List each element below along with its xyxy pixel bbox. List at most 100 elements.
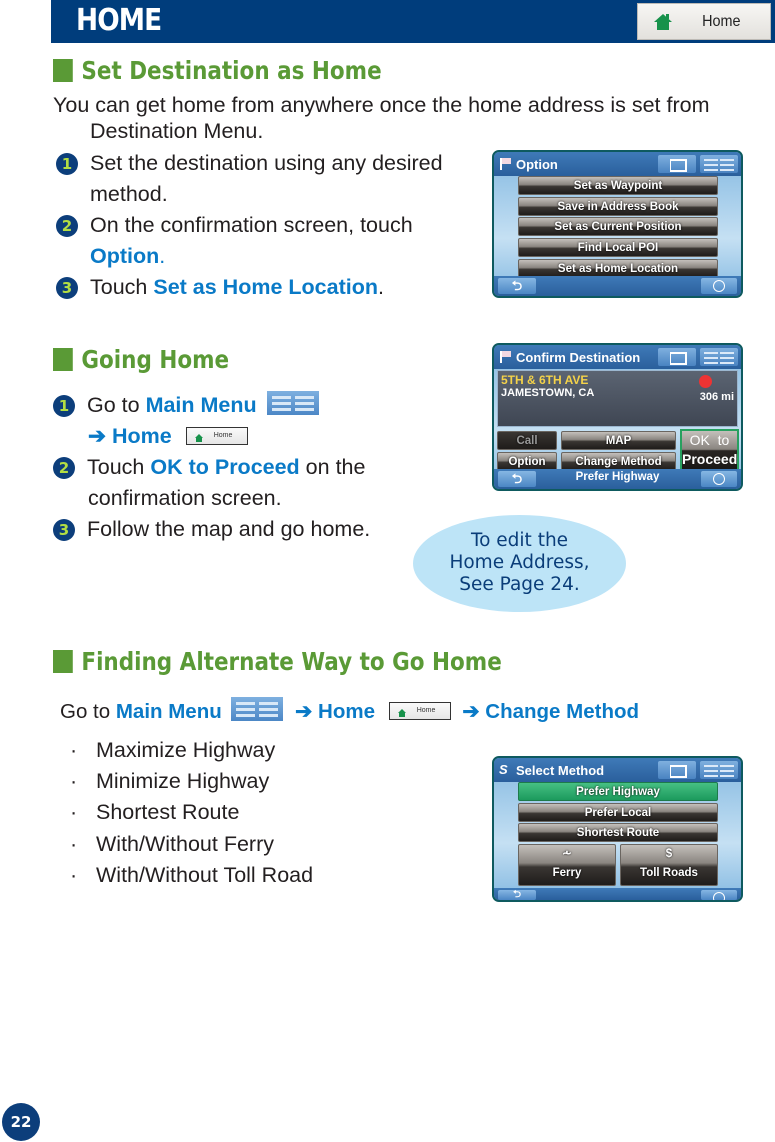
- list-item-text: Maximize Highway: [96, 738, 276, 762]
- bullet-dot: ·: [70, 831, 78, 856]
- map-icon[interactable]: [701, 471, 737, 487]
- address-street: 5TH & 6TH AVE: [501, 373, 589, 387]
- back-icon[interactable]: ⮌: [498, 890, 536, 900]
- step-3: 3 Touch Set as Home Location.: [56, 272, 384, 303]
- mini-home-label: Home: [213, 432, 233, 439]
- screen-footer: ⮌: [494, 276, 741, 296]
- window-icon[interactable]: [658, 155, 696, 173]
- going-step-3: 3 Follow the map and go home.: [53, 514, 370, 545]
- set-as-home-highlight: Set as Home Location: [153, 275, 378, 299]
- arrow-home-highlight: ➔ Home: [295, 700, 375, 723]
- ferry-button[interactable]: ⩪ Ferry: [518, 844, 616, 886]
- flag-icon: [500, 158, 511, 170]
- compass-icon: [699, 375, 712, 388]
- set-as-waypoint-button[interactable]: Set as Waypoint: [518, 176, 718, 195]
- prefer-highway-button[interactable]: Prefer Highway: [518, 782, 718, 801]
- bullet-dot: ·: [70, 769, 78, 794]
- page-number: 22: [2, 1103, 40, 1141]
- map-icon[interactable]: [701, 278, 737, 294]
- step-number: 1: [56, 153, 78, 175]
- back-icon[interactable]: ⮌: [498, 278, 536, 294]
- list-item-text: With/Without Toll Road: [96, 862, 314, 887]
- main-menu-highlight: Main Menu: [115, 700, 222, 723]
- screen-footer: ⮌ Prefer Highway: [494, 469, 741, 489]
- address-panel: 5TH & 6TH AVE JAMESTOWN, CA 306 mi: [497, 370, 738, 427]
- ferry-label: Ferry: [552, 867, 582, 879]
- callout-line: Home Address,: [449, 552, 590, 573]
- period: .: [159, 244, 166, 268]
- section-heading-text: Going Home: [81, 345, 230, 374]
- section-heading-alternate-way: Finding Alternate Way to Go Home: [53, 647, 502, 676]
- step-number: 2: [56, 215, 78, 237]
- address-city: JAMESTOWN, CA: [501, 387, 595, 399]
- distance: 306 mi: [699, 391, 734, 403]
- screen-title: Option: [516, 156, 558, 172]
- screen-title-bar: S Select Method: [494, 758, 741, 782]
- route-icon: S: [499, 762, 508, 777]
- select-method-screen: S Select Method Prefer Highway Prefer Lo…: [492, 756, 743, 902]
- main-menu-icon[interactable]: [700, 155, 738, 173]
- going-step-1: 1 Go to Main Menu: [53, 390, 319, 421]
- arrow-change-method-highlight: ➔ Change Method: [462, 700, 640, 723]
- shortest-route-button[interactable]: Shortest Route: [518, 823, 718, 842]
- callout-line: To edit the: [470, 530, 569, 551]
- bullet-dot: ·: [70, 738, 78, 762]
- window-icon[interactable]: [658, 348, 696, 366]
- route-options-list: · Maximize Highway · Minimize Highway · Sho…: [70, 735, 313, 891]
- set-as-current-position-button[interactable]: Set as Current Position: [518, 217, 718, 236]
- prefer-local-button[interactable]: Prefer Local: [518, 803, 718, 822]
- arrow-home-highlight: ➔ Home: [88, 424, 172, 448]
- intro-text-line2: Destination Menu.: [90, 119, 264, 143]
- back-icon[interactable]: ⮌: [498, 471, 536, 487]
- section-heading-set-destination: Set Destination as Home: [53, 56, 382, 85]
- screen-title-bar: Option: [494, 152, 741, 176]
- step-2-cont: Option.: [90, 241, 165, 272]
- toll-roads-button[interactable]: $ Toll Roads: [620, 844, 718, 886]
- main-menu-icon: [266, 391, 319, 415]
- route-method-label: Prefer Highway: [575, 471, 660, 483]
- step-text: Follow the map and go home.: [87, 517, 371, 541]
- section-heading-text: Set Destination as Home: [81, 56, 382, 85]
- home-icon: [654, 13, 672, 30]
- step-text: On the confirmation screen, touch: [90, 213, 413, 237]
- home-button-mini: Home: [185, 427, 248, 445]
- home-icon: [397, 709, 406, 717]
- call-button[interactable]: Call: [497, 431, 557, 450]
- going-step-2-cont: confirmation screen.: [88, 486, 282, 510]
- step-number: 2: [53, 457, 75, 479]
- ok-to-proceed-button[interactable]: OK to Proceed: [680, 429, 739, 471]
- list-item: · With/Without Ferry: [70, 829, 313, 860]
- square-bullet-icon: [53, 650, 73, 673]
- list-item: · With/Without Toll Road: [70, 860, 313, 891]
- main-menu-icon[interactable]: [700, 348, 738, 366]
- option-screen: Option Set as Waypoint Save in Address B…: [492, 150, 743, 298]
- proceed-label: Proceed: [682, 451, 738, 467]
- step-1-cont: method.: [90, 182, 168, 206]
- step-1: 1 Set the destination using any desired: [56, 148, 443, 179]
- step-text-suffix: on the: [299, 455, 366, 479]
- option-highlight: Option: [90, 244, 160, 268]
- bullet-dot: ·: [70, 862, 78, 887]
- step-text: Set the destination using any desired: [90, 151, 443, 175]
- step-number: 1: [53, 395, 75, 417]
- home-button-mini: Home: [388, 702, 451, 720]
- screen-footer: ⮌: [494, 888, 741, 900]
- list-item-text: With/Without Ferry: [96, 831, 274, 856]
- map-icon[interactable]: [701, 890, 737, 900]
- map-button[interactable]: MAP: [561, 431, 676, 450]
- ferry-icon: ⩪: [562, 848, 572, 860]
- section-heading-going-home: Going Home: [53, 345, 229, 374]
- going-step-1-cont: ➔ Home Home: [88, 421, 248, 452]
- window-icon[interactable]: [658, 761, 696, 779]
- find-local-poi-button[interactable]: Find Local POI: [518, 238, 718, 257]
- ok-to-proceed-highlight: OK to Proceed: [150, 455, 300, 479]
- main-menu-icon[interactable]: [700, 761, 738, 779]
- step-number: 3: [53, 519, 75, 541]
- flag-icon: [500, 351, 511, 363]
- list-item-text: Minimize Highway: [96, 769, 270, 794]
- step-text: Touch: [87, 455, 151, 479]
- square-bullet-icon: [53, 348, 73, 371]
- nav-path: Go to Main Menu ➔ Home Home ➔ Change Met…: [60, 696, 639, 727]
- step-number: 3: [56, 277, 78, 299]
- save-in-address-book-button[interactable]: Save in Address Book: [518, 197, 718, 216]
